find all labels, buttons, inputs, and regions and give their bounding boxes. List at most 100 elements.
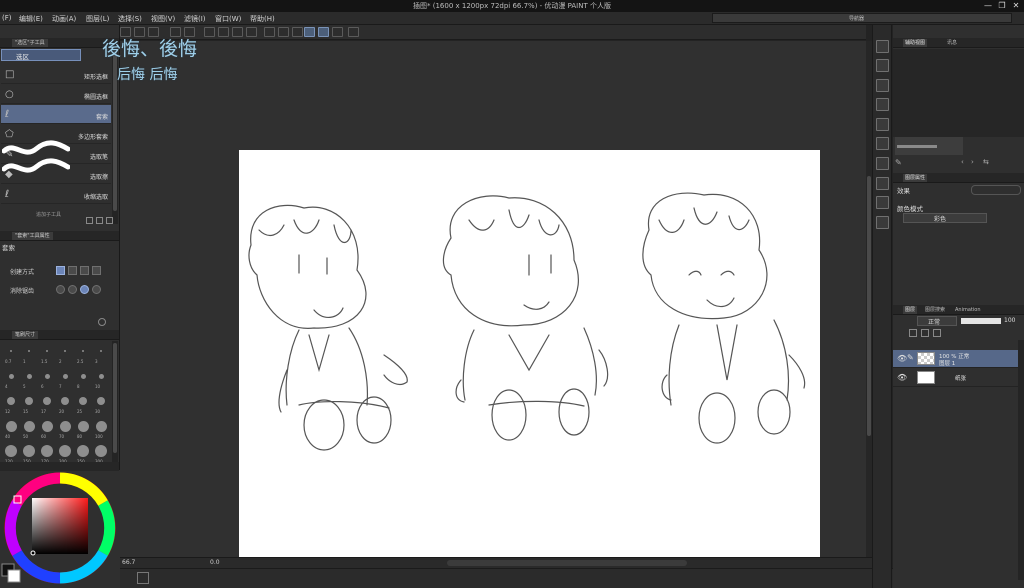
auto-action-icon[interactable] <box>876 196 889 209</box>
antialias-strong-icon[interactable] <box>92 285 101 294</box>
clear-icon[interactable] <box>204 27 215 37</box>
add-subtool-label[interactable]: 追加子工具 <box>36 211 61 218</box>
close-button[interactable]: ✕ <box>1010 1 1022 11</box>
brush-size-dot[interactable] <box>26 373 32 379</box>
menu-file[interactable]: (F) <box>2 14 12 22</box>
brush-size-scrollbar[interactable] <box>112 341 118 469</box>
antialias-weak-icon[interactable] <box>68 285 77 294</box>
canvas-options-icon[interactable] <box>137 572 149 584</box>
antialias-none-icon[interactable] <box>56 285 65 294</box>
brush-size-tab[interactable]: 笔刷尺寸 <box>12 331 39 339</box>
layer-property-icon[interactable] <box>876 98 889 111</box>
brush-size-dot[interactable] <box>28 350 30 352</box>
cut-icon[interactable] <box>218 27 229 37</box>
brush-size-dot[interactable] <box>77 445 89 457</box>
deselect-icon[interactable] <box>264 27 275 37</box>
blend-mode-select[interactable]: 正常 <box>917 316 957 326</box>
layer-tab[interactable]: 图层 <box>903 306 918 314</box>
property-settings-icon[interactable] <box>98 318 106 326</box>
subtool-lasso[interactable]: ℓ 套索 <box>1 105 111 124</box>
snap-ruler-icon[interactable] <box>304 27 315 37</box>
eyedropper-icon[interactable]: ✎ <box>895 158 902 167</box>
settings-icon[interactable] <box>348 27 359 37</box>
menu-help[interactable]: 帮助(H) <box>250 14 275 24</box>
menu-select[interactable]: 选择(S) <box>118 14 142 24</box>
color-mode-select[interactable]: 彩色 <box>903 213 987 223</box>
color-set-icon[interactable] <box>876 157 889 170</box>
fill-icon[interactable] <box>232 27 243 37</box>
layer-row[interactable]: 👁 ✎ 100 % 正常 图层 1 <box>893 350 1018 368</box>
opacity-value[interactable]: 100 <box>1004 317 1015 324</box>
brush-size-dot[interactable] <box>59 420 71 432</box>
brush-size-dot[interactable] <box>61 397 69 405</box>
info-icon[interactable] <box>876 79 889 92</box>
info-tab[interactable]: 讯息 <box>945 39 959 47</box>
flip-icon[interactable]: ⇆ <box>983 158 989 166</box>
trash-icon[interactable] <box>106 217 113 224</box>
mode-add-icon[interactable] <box>68 266 77 275</box>
brush-size-dot[interactable] <box>23 420 35 432</box>
mode-intersect-icon[interactable] <box>92 266 101 275</box>
brush-size-dot[interactable] <box>5 445 17 457</box>
brush-size-dot[interactable] <box>95 445 107 457</box>
rotate-left-icon[interactable]: ‹ <box>961 158 964 166</box>
navigator-tab[interactable]: 辅助视图 <box>903 39 928 47</box>
brush-size-dot[interactable] <box>43 397 51 405</box>
brush-size-dot[interactable] <box>7 397 15 405</box>
brush-size-dot[interactable] <box>25 397 33 405</box>
maximize-button[interactable]: ❐ <box>996 1 1008 11</box>
opacity-slider[interactable] <box>961 318 1001 324</box>
brush-size-dot[interactable] <box>97 397 105 405</box>
menu-view[interactable]: 视图(V) <box>151 14 175 24</box>
menu-filter[interactable]: 滤镜(I) <box>184 14 206 24</box>
brush-size-dot[interactable] <box>80 373 86 379</box>
tool-property-tab[interactable]: "套索"工具属性 <box>12 232 53 240</box>
animation-tab[interactable]: Animation <box>953 306 983 314</box>
brush-size-dot[interactable] <box>82 350 84 352</box>
eye-icon[interactable]: 👁 <box>897 354 907 363</box>
copy-icon[interactable] <box>96 217 103 224</box>
menu-window[interactable]: 窗口(W) <box>215 14 241 24</box>
brush-size-dot[interactable] <box>79 397 87 405</box>
brush-size-dot[interactable] <box>95 420 107 432</box>
layer-property-tab[interactable]: 图层属性 <box>903 174 928 182</box>
color-history-icon[interactable] <box>876 177 889 190</box>
layer-scrollbar[interactable] <box>1018 340 1024 580</box>
subtool-tab[interactable]: "选区"子工具 <box>12 39 48 47</box>
mode-subtract-icon[interactable] <box>80 266 89 275</box>
rotation-readout[interactable]: 0.0 <box>210 559 220 566</box>
mode-new-icon[interactable] <box>56 266 65 275</box>
rotate-right-icon[interactable]: › <box>971 158 974 166</box>
lock-icon[interactable] <box>909 329 917 337</box>
color-wheel[interactable] <box>0 470 120 588</box>
transform-icon[interactable] <box>246 27 257 37</box>
reference-icon[interactable] <box>933 329 941 337</box>
brush-size-dot[interactable] <box>64 350 66 352</box>
material-icon[interactable] <box>876 137 889 150</box>
brush-size-dot[interactable] <box>5 420 17 432</box>
brush-size-dot[interactable] <box>41 420 53 432</box>
snap-special-ruler-icon[interactable] <box>318 27 329 37</box>
sub-view-icon[interactable] <box>876 59 889 72</box>
layer-search-tab[interactable]: 图层搜索 <box>923 306 947 314</box>
brush-size-dot[interactable] <box>46 350 48 352</box>
menu-layer[interactable]: 图层(L) <box>86 14 109 24</box>
brush-size-dot[interactable] <box>44 373 50 379</box>
history-icon[interactable] <box>876 118 889 131</box>
menu-animation[interactable]: 动画(A) <box>52 14 76 24</box>
add-icon[interactable] <box>86 217 93 224</box>
brush-size-dot[interactable] <box>8 373 14 379</box>
brush-size-dot[interactable] <box>23 445 35 457</box>
brush-size-dot[interactable] <box>41 445 53 457</box>
antialias-medium-icon[interactable] <box>80 285 89 294</box>
brush-size-dot[interactable] <box>98 373 104 379</box>
snap-grid-icon[interactable] <box>332 27 343 37</box>
canvas-horizontal-scrollbar[interactable] <box>447 560 687 566</box>
navigator-preview[interactable] <box>893 49 1024 137</box>
animation-timeline-icon[interactable] <box>876 216 889 229</box>
brush-size-dot[interactable] <box>59 445 71 457</box>
subtool-rect-select[interactable]: □ 矩形选框 <box>1 65 111 84</box>
subtool-group[interactable]: 选区 <box>1 49 81 61</box>
layer-row[interactable]: 👁 纸张 <box>893 369 1018 387</box>
scroll-thumb[interactable] <box>867 176 871 436</box>
